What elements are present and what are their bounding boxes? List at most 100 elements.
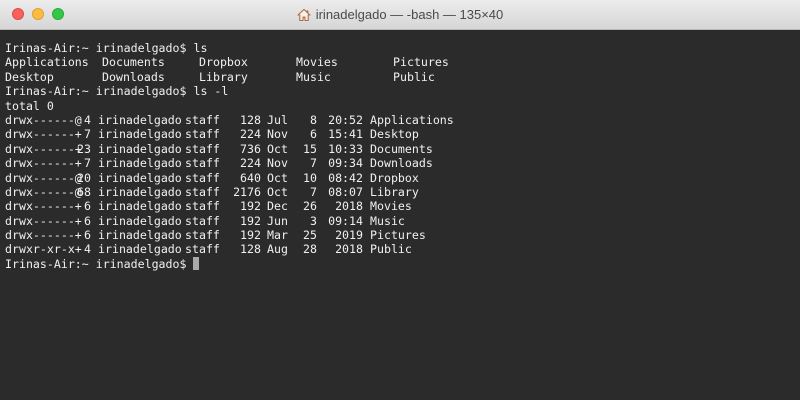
title-bar[interactable]: irinadelgado — -bash — 135×40 — [0, 0, 800, 30]
file-entry: drwx------+23 irinadelgado staff 736 Oct 15 10… — [5, 142, 800, 156]
entry-owner: irinadelgado — [98, 127, 182, 142]
entry-permissions: drwx------+ — [5, 228, 82, 243]
entry-name: Documents — [370, 141, 433, 156]
file-entry: drwx------+ 6 irinadelgado staff 192 Dec 26 201… — [5, 199, 800, 213]
entry-size: 640 — [240, 170, 261, 185]
entry-name: Applications — [370, 112, 454, 127]
entry-name: Music — [370, 213, 405, 228]
window-title-container: irinadelgado — -bash — 135×40 — [0, 0, 800, 30]
entry-size: 128 — [240, 242, 261, 257]
entry-group: staff — [185, 213, 220, 228]
terminal-output[interactable]: Irinas-Air:~ irinadelgado$ ls Applicatio… — [0, 30, 800, 400]
entry-name: Public — [370, 242, 412, 257]
home-icon — [297, 8, 311, 21]
entry-size: 2176 — [233, 184, 261, 199]
entry-owner: irinadelgado — [98, 199, 182, 214]
file-entry: drwx------@20 irinadelgado staff 640 Oct 10 08… — [5, 171, 800, 185]
entry-day: 26 — [303, 199, 317, 214]
file-entry: drwx------+ 7 irinadelgado staff 224 Nov 6 15:4… — [5, 127, 800, 141]
entry-day: 25 — [303, 228, 317, 243]
entry-owner: irinadelgado — [98, 170, 182, 185]
entry-time: 09:34 — [328, 156, 363, 171]
entry-day: 7 — [310, 156, 317, 171]
entry-links: 6 — [84, 228, 91, 243]
entry-day: 8 — [310, 112, 317, 127]
entry-month: Jun — [267, 213, 288, 228]
entry-permissions: drwxr-xr-x+ — [5, 242, 82, 257]
entry-name: Desktop — [370, 127, 419, 142]
entry-size: 736 — [240, 141, 261, 156]
entry-links: 23 — [77, 141, 91, 156]
entry-time: 2018 — [335, 199, 363, 214]
entry-month: Mar — [267, 228, 288, 243]
entry-links: 6 — [84, 199, 91, 214]
entry-permissions: drwx------+ — [5, 199, 82, 214]
entry-permissions: drwx------@ — [5, 170, 82, 185]
entry-size: 224 — [240, 156, 261, 171]
ls-item: Desktop — [5, 69, 54, 84]
entry-links: 20 — [77, 170, 91, 185]
ls-item: Applications — [5, 55, 89, 70]
file-entry: drwx------@ 4 irinadelgado staff 128 Jul 8 20:5… — [5, 113, 800, 127]
entry-time: 10:33 — [328, 141, 363, 156]
entry-permissions: drwx------+ — [5, 156, 82, 171]
entry-month: Nov — [267, 127, 288, 142]
entry-group: staff — [185, 170, 220, 185]
entry-day: 10 — [303, 170, 317, 185]
file-entry: drwx------+ 6 irinadelgado staff 192 Mar 25 201… — [5, 228, 800, 242]
entry-permissions: drwx------@ — [5, 184, 82, 199]
entry-day: 7 — [310, 184, 317, 199]
entry-month: Jul — [267, 112, 288, 127]
entry-time: 08:07 — [328, 184, 363, 199]
entry-time: 20:52 — [328, 112, 363, 127]
entry-links: 4 — [84, 112, 91, 127]
entry-permissions: drwx------@ — [5, 112, 82, 127]
entry-group: staff — [185, 141, 220, 156]
entry-owner: irinadelgado — [98, 112, 182, 127]
entry-time: 15:41 — [328, 127, 363, 142]
entry-group: staff — [185, 184, 220, 199]
entry-permissions: drwx------+ — [5, 127, 82, 142]
ls-item: Public — [393, 69, 435, 84]
entry-group: staff — [185, 242, 220, 257]
entry-links: 6 — [84, 213, 91, 228]
entry-time: 08:42 — [328, 170, 363, 185]
file-entry: drwx------+ 7 irinadelgado staff 224 Nov 7 09:3… — [5, 156, 800, 170]
entry-group: staff — [185, 156, 220, 171]
ls-item: Dropbox — [199, 55, 248, 70]
entry-owner: irinadelgado — [98, 228, 182, 243]
entry-owner: irinadelgado — [98, 156, 182, 171]
prompt-line: Irinas-Air:~ irinadelgado$ ls -l — [5, 84, 229, 99]
entry-links: 4 — [84, 242, 91, 257]
entry-permissions: drwx------+ — [5, 141, 82, 156]
entry-month: Oct — [267, 184, 288, 199]
entry-name: Downloads — [370, 156, 433, 171]
entry-group: staff — [185, 112, 220, 127]
entry-group: staff — [185, 199, 220, 214]
entry-links: 7 — [84, 156, 91, 171]
entry-owner: irinadelgado — [98, 184, 182, 199]
entry-name: Movies — [370, 199, 412, 214]
total-line: total 0 — [5, 98, 54, 113]
file-entry: drwx------@68 irinadelgado staff 2176 Oct 7 08… — [5, 185, 800, 199]
entry-group: staff — [185, 127, 220, 142]
entry-month: Dec — [267, 199, 288, 214]
entry-size: 128 — [240, 112, 261, 127]
entry-name: Library — [370, 184, 419, 199]
entry-owner: irinadelgado — [98, 141, 182, 156]
entry-size: 192 — [240, 228, 261, 243]
window-title: irinadelgado — -bash — 135×40 — [315, 7, 504, 22]
entry-permissions: drwx------+ — [5, 213, 82, 228]
entry-size: 224 — [240, 127, 261, 142]
entry-day: 28 — [303, 242, 317, 257]
ls-item: Downloads — [102, 69, 165, 84]
ls-item: Library — [199, 69, 248, 84]
ls-item: Music — [296, 69, 331, 84]
entry-time: 09:14 — [328, 213, 363, 228]
entry-size: 192 — [240, 199, 261, 214]
text-cursor — [193, 256, 200, 270]
entry-group: staff — [185, 228, 220, 243]
entry-month: Oct — [267, 170, 288, 185]
prompt-line-active[interactable]: Irinas-Air:~ irinadelgado$ — [5, 256, 800, 271]
entry-time: 2019 — [335, 228, 363, 243]
